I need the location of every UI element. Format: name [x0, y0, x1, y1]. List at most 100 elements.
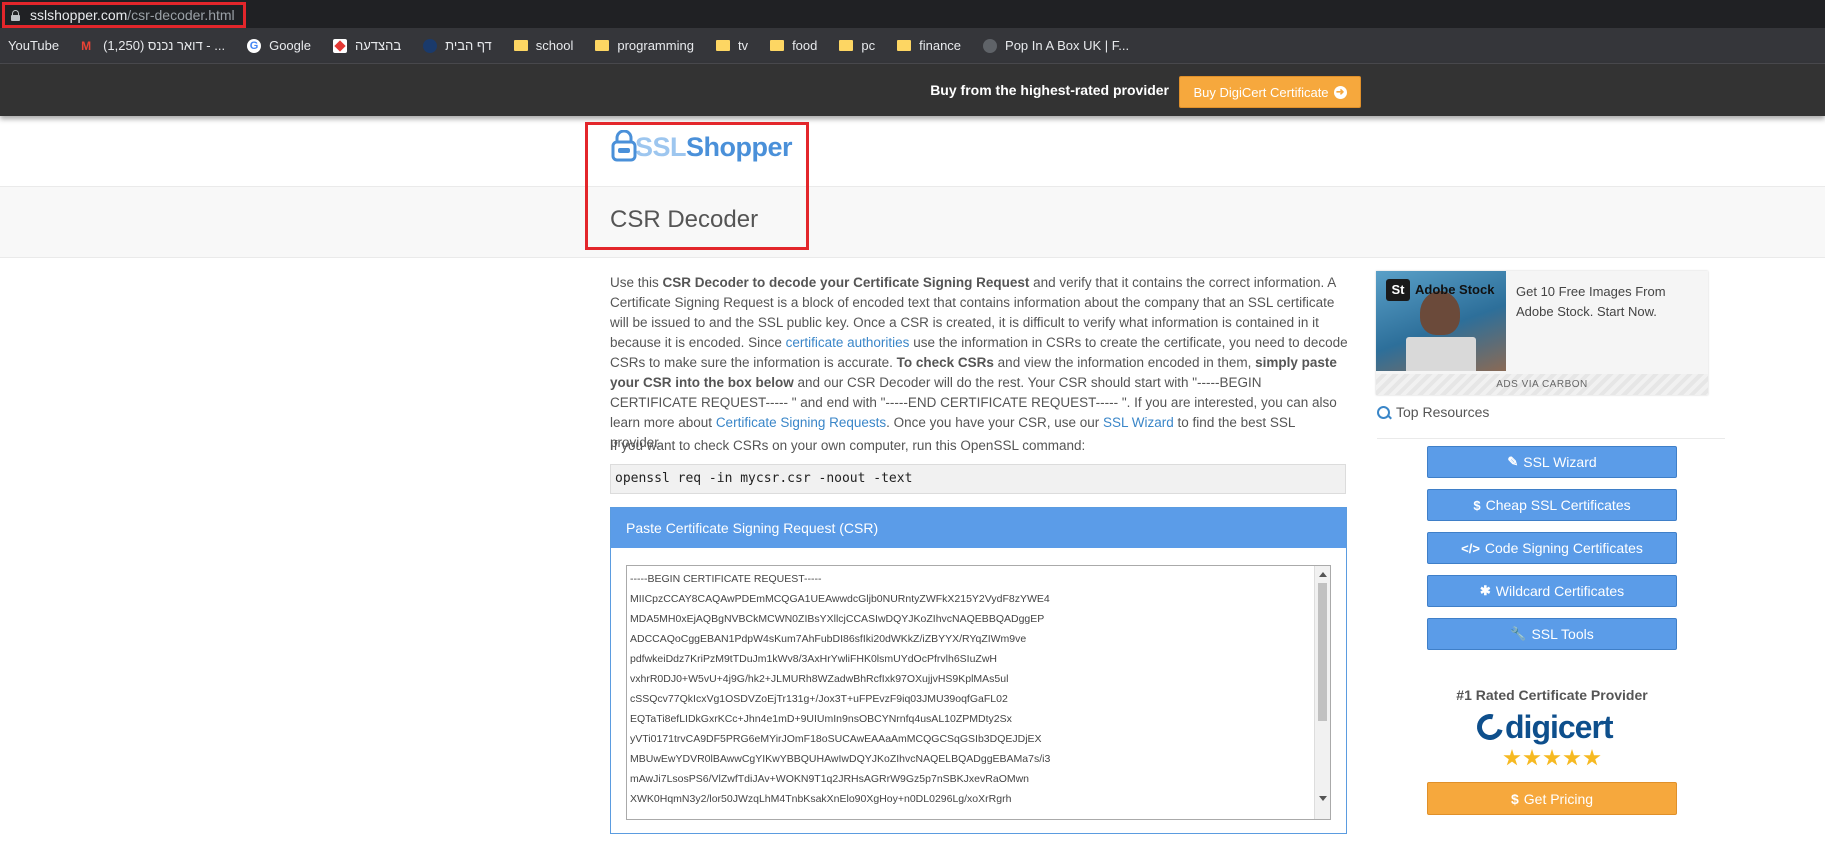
star-icon — [1563, 749, 1581, 766]
get-pricing-button[interactable]: $ Get Pricing — [1427, 782, 1677, 815]
scroll-down-icon[interactable] — [1319, 796, 1327, 801]
button-label: Get Pricing — [1523, 790, 1594, 807]
wildcard-button[interactable]: ✱ Wildcard Certificates — [1427, 575, 1677, 607]
folder-icon — [770, 40, 785, 51]
link-certificate-signing-requests[interactable]: Certificate Signing Requests — [716, 415, 886, 430]
bookmark-label: בהצדעה — [355, 38, 402, 53]
arrow-right-icon: ➜ — [1333, 85, 1347, 99]
ad-image[interactable]: St Adobe Stock — [1376, 271, 1506, 371]
bookmark-label: food — [792, 38, 818, 53]
adobe-stock-icon: St — [1386, 279, 1410, 301]
promo-bar: Buy from the highest-rated provider Buy … — [0, 64, 1825, 116]
intro-bold: CSR Decoder to decode your Certificate S… — [662, 275, 1030, 290]
promo-text: Buy from the highest-rated provider — [930, 82, 1169, 98]
bookmark-folder-school[interactable]: school — [513, 38, 574, 53]
google-icon: G — [247, 38, 262, 53]
site-icon — [983, 38, 998, 53]
star-icon — [1523, 749, 1541, 766]
code-icon: </> — [1461, 540, 1480, 556]
search-icon — [1377, 405, 1390, 419]
button-label: Cheap SSL Certificates — [1485, 497, 1631, 513]
ssl-wizard-button[interactable]: ✎ SSL Wizard — [1427, 446, 1677, 478]
bookmark-label: school — [535, 38, 574, 53]
button-label: SSL Tools — [1531, 626, 1594, 642]
highlight-annotation — [585, 122, 809, 250]
bookmark-folder-finance[interactable]: finance — [897, 38, 961, 53]
csr-line: MBUwEwYDVR0lBAwwCgYIKwYBBQUHAwIwDQYJKoZI… — [630, 753, 1051, 765]
bookmark-popinabox[interactable]: Pop In A Box UK | F... — [983, 38, 1129, 53]
digicert-text: digicert — [1505, 708, 1614, 745]
scroll-up-icon[interactable] — [1319, 572, 1327, 577]
code-signing-button[interactable]: </> Code Signing Certificates — [1427, 532, 1677, 564]
csr-line: MIICpzCCAY8CAQAwPDEmMCQGA1UEAwwdcGljb0NU… — [630, 593, 1050, 605]
bookmark-label: (1,250) דואר נכנס - ... — [103, 38, 226, 53]
bookmark-label: programming — [617, 38, 694, 53]
csr-line: XWK0HqmN3y2/lor50JWzqLhM4TnbKsakXnElo90X… — [630, 793, 1012, 805]
rating-stars — [1503, 749, 1603, 767]
ad-brand: Adobe Stock — [1415, 282, 1495, 297]
csr-scrollbar[interactable] — [1314, 566, 1330, 819]
star-icon — [1583, 749, 1601, 766]
folder-icon — [513, 40, 528, 51]
bookmark-label: Google — [269, 38, 311, 53]
bookmark-label: YouTube — [8, 38, 60, 53]
buy-digicert-button[interactable]: Buy DigiCert Certificate ➜ — [1179, 76, 1361, 108]
csr-line: vxhrR0DJ0+W5vU+4j9G/hk2+JLMURh8WZadwBhRc… — [630, 673, 1009, 685]
csr-textarea[interactable]: -----BEGIN CERTIFICATE REQUEST----- MIICp… — [626, 565, 1331, 820]
intro-text: Use this — [610, 275, 663, 290]
ssl-tools-button[interactable]: 🔧 SSL Tools — [1427, 618, 1677, 650]
url-domain: sslshopper.com — [30, 7, 128, 23]
csr-line: MDA5MH0xEjAQBgNVBCkMCWN0ZIBsYXllcjCCASIw… — [630, 613, 1045, 625]
divider — [1377, 438, 1725, 439]
bookmark-site-1[interactable]: בהצדעה — [333, 38, 401, 53]
carbon-ad[interactable]: St Adobe Stock Get 10 Free Images From A… — [1376, 271, 1708, 395]
csr-line: ADCCAQoCggEBAN1PdpW4sKum7AhFubDI86sfIki2… — [630, 633, 1027, 645]
ad-via[interactable]: ADS VIA CARBON — [1376, 374, 1708, 395]
csr-line: pdfwkeiDdz7KriPzM9tTDuJm1kWv8/3AxHrYwliF… — [630, 653, 997, 665]
url-field[interactable]: sslshopper.com/csr-decoder.html — [2, 2, 246, 28]
title-band — [0, 186, 1825, 258]
bookmarks-bar: YouTube M (1,250) דואר נכנס - ... G Google… — [0, 28, 1825, 64]
digicert-logo[interactable]: digicert — [1472, 708, 1637, 745]
csr-line: cSSQcv77QkIcxVg1OSDVZoEjTr131g+/Jox3T+uF… — [630, 693, 1008, 705]
scroll-thumb[interactable] — [1318, 583, 1327, 721]
bookmark-site-2[interactable]: דף הבית — [423, 38, 492, 53]
folder-icon — [595, 40, 610, 51]
rated-provider-title: #1 Rated Certificate Provider — [1456, 687, 1648, 703]
bookmark-label: דף הבית — [445, 38, 492, 53]
bookmark-folder-food[interactable]: food — [770, 38, 817, 53]
bookmark-folder-programming[interactable]: programming — [595, 38, 694, 53]
buy-digicert-label: Buy DigiCert Certificate — [1193, 84, 1329, 100]
dollar-icon: $ — [1473, 497, 1481, 513]
wrench-icon: 🔧 — [1510, 626, 1527, 641]
bookmark-youtube[interactable]: YouTube — [8, 38, 59, 53]
ad-image-laptop — [1406, 337, 1476, 371]
bookmark-gmail[interactable]: M (1,250) דואר נכנס - ... — [81, 38, 225, 53]
folder-icon — [897, 40, 912, 51]
csr-line: yVTi0171trvCA9DF5PRG6eMYirJOmF18oSUCAwEA… — [630, 733, 1042, 745]
ad-image-person — [1420, 291, 1460, 335]
link-certificate-authorities[interactable]: certificate authorities — [786, 335, 910, 350]
folder-icon — [839, 40, 854, 51]
browser-address-bar: sslshopper.com/csr-decoder.html — [0, 0, 1825, 28]
bookmark-label: pc — [861, 38, 876, 53]
bookmark-google[interactable]: G Google — [247, 38, 311, 53]
top-resources-label: Top Resources — [1396, 404, 1490, 420]
gmail-icon: M — [81, 38, 92, 53]
csr-line: mAwJi7LsosPS6/VlZwfTdiJAv+WOKN9T1q2JRHsA… — [630, 773, 1030, 785]
bookmark-label: finance — [919, 38, 962, 53]
wand-icon: ✎ — [1507, 454, 1519, 469]
cheap-ssl-button[interactable]: $ Cheap SSL Certificates — [1427, 489, 1677, 521]
star-icon — [1543, 749, 1561, 766]
ad-copy[interactable]: Get 10 Free Images From Adobe Stock. Sta… — [1516, 282, 1696, 322]
button-label: Code Signing Certificates — [1484, 540, 1643, 556]
button-label: Wildcard Certificates — [1495, 583, 1625, 599]
bookmark-folder-pc[interactable]: pc — [839, 38, 875, 53]
intro-bold: To check CSRs — [896, 355, 994, 370]
openssl-label: If you want to check CSRs on your own co… — [610, 438, 1086, 453]
bookmark-folder-tv[interactable]: tv — [715, 38, 748, 53]
asterisk-icon: ✱ — [1479, 583, 1491, 598]
link-ssl-wizard[interactable]: SSL Wizard — [1103, 415, 1174, 430]
intro-text: and view the information encoded in them… — [993, 355, 1256, 370]
star-icon — [1503, 749, 1521, 766]
